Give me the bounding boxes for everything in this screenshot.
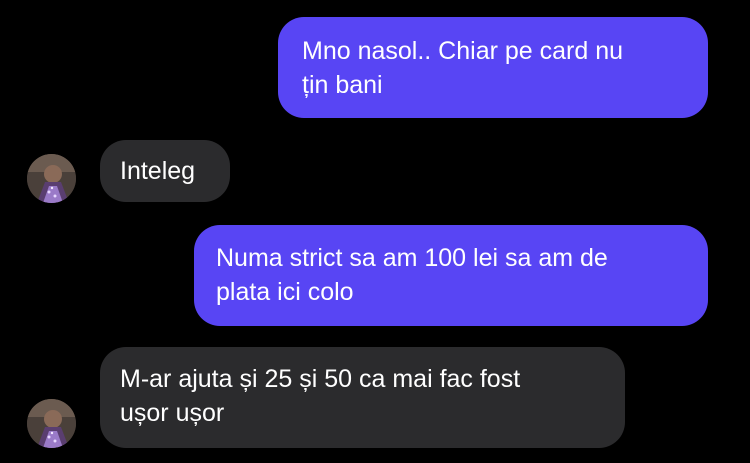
contact-avatar-icon[interactable] xyxy=(27,154,76,203)
outgoing-message-bubble[interactable]: Mno nasol.. Chiar pe card nu țin bani xyxy=(278,17,708,118)
incoming-message-bubble[interactable]: M-ar ajuta și 25 și 50 ca mai fac fost u… xyxy=(100,347,625,448)
incoming-message-bubble[interactable]: Inteleg xyxy=(100,140,230,202)
contact-avatar-icon[interactable] xyxy=(27,399,76,448)
outgoing-message-bubble[interactable]: Numa strict sa am 100 lei sa am de plata… xyxy=(194,225,708,326)
